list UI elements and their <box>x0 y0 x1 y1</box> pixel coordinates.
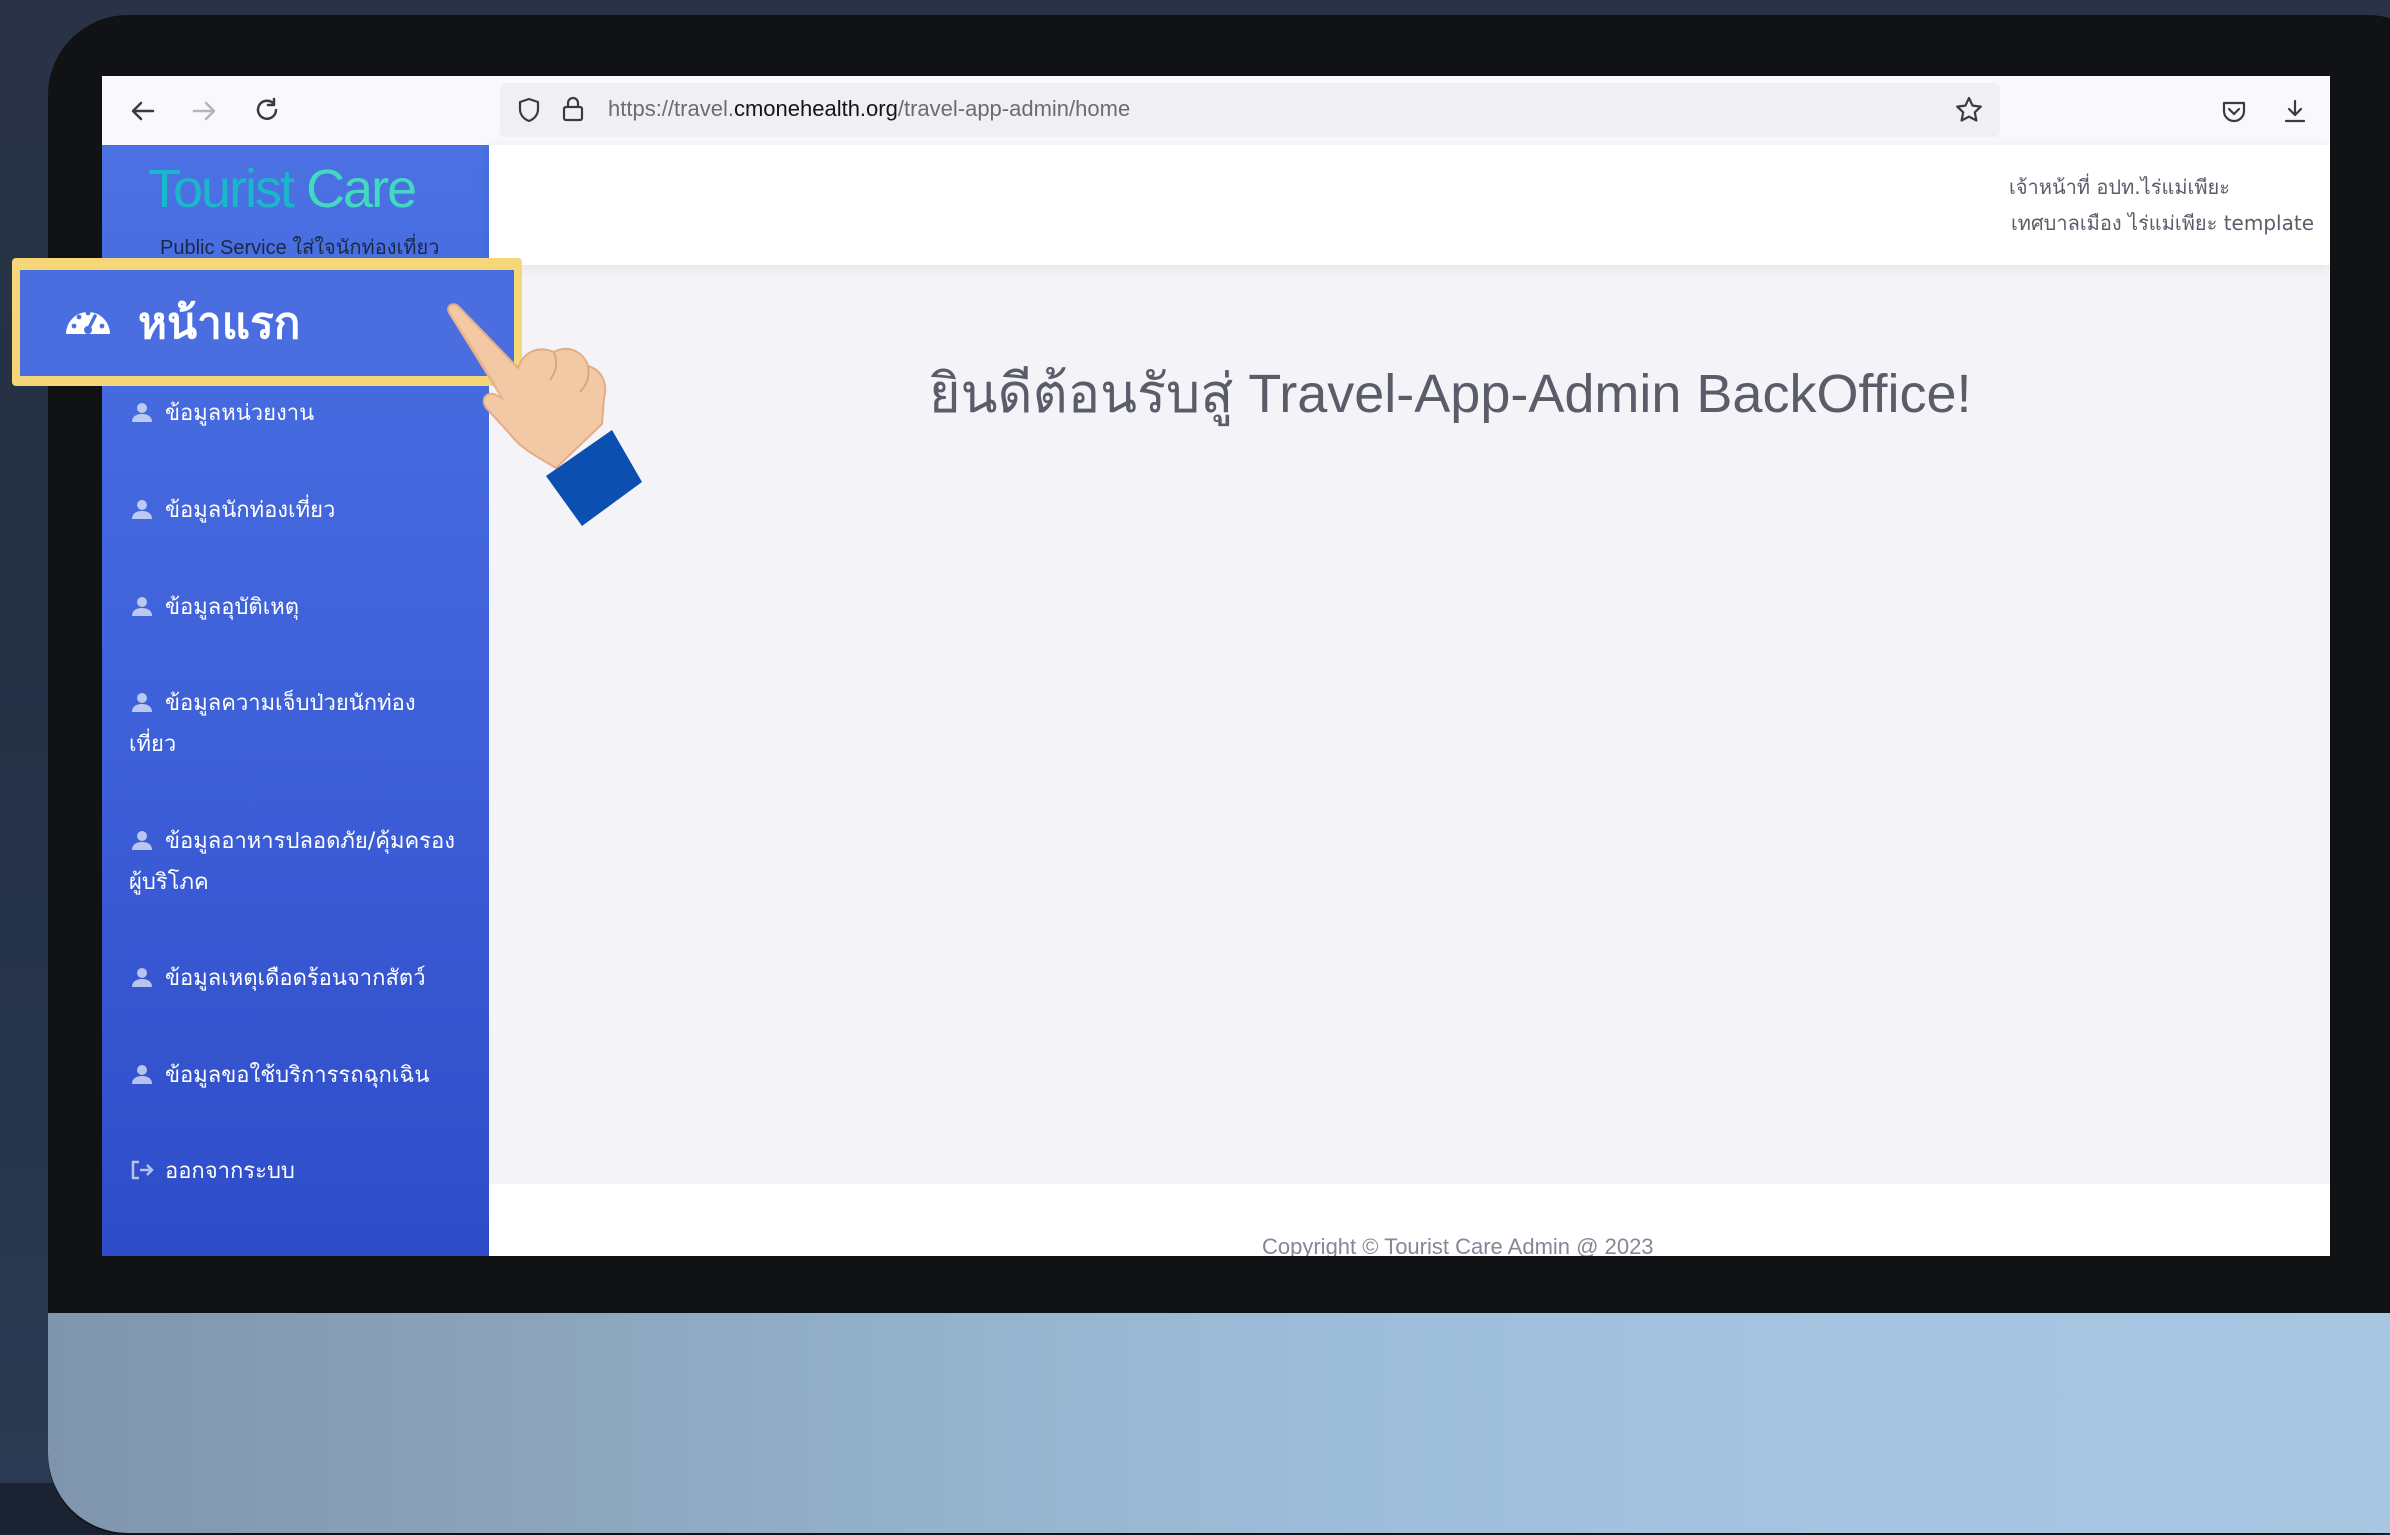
sidebar-item-label: ออกจากระบบ <box>165 1159 295 1184</box>
shield-icon[interactable] <box>515 96 543 128</box>
sidebar-item-ambulance[interactable]: ข้อมูลขอใช้บริการรถฉุกเฉิน <box>129 1055 459 1096</box>
pointing-hand-icon <box>447 303 642 526</box>
pocket-icon[interactable] <box>2215 92 2253 130</box>
sidebar-item-illness[interactable]: ข้อมูลความเจ็บป่วยนักท่องเที่ยว <box>129 683 459 765</box>
url-prefix: https://travel. <box>608 96 734 121</box>
sidebar-item-label: ข้อมูลความเจ็บป่วยนักท่องเที่ยว <box>129 691 416 757</box>
logout-icon <box>131 1160 154 1180</box>
user-icon <box>132 968 152 987</box>
sidebar-item-tourists[interactable]: ข้อมูลนักท่องเที่ยว <box>129 490 459 531</box>
tourist-care-logo[interactable]: Tourist Care Public Service ใส่ใจนักท่อง… <box>148 159 448 259</box>
sidebar-item-label: ข้อมูลขอใช้บริการรถฉุกเฉิน <box>165 1063 430 1088</box>
url-path: /travel-app-admin/home <box>897 96 1131 121</box>
sidebar-item-food-safety[interactable]: ข้อมูลอาหารปลอดภัย/คุ้มครองผู้บริโภค <box>129 821 459 903</box>
user-icon <box>132 597 152 616</box>
top-header: เจ้าหน้าที่ อปท.ไร่แม่เพียะ เทศบาลเมือง … <box>489 145 2330 265</box>
logo-title-b: Care <box>306 159 417 219</box>
user-icon <box>132 693 152 712</box>
monitor-chin <box>48 1313 2390 1533</box>
user-icon <box>132 831 152 850</box>
reload-icon[interactable] <box>248 92 286 130</box>
welcome-heading: ยินดีต้อนรับสู่ Travel-App-Admin BackOff… <box>929 364 1972 424</box>
download-icon[interactable] <box>2276 92 2314 130</box>
sidebar-item-agency[interactable]: ข้อมูลหน่วยงาน <box>129 393 459 434</box>
sidebar-item-label: ข้อมูลเหตุเดือดร้อนจากสัตว์ <box>165 966 426 991</box>
copyright-text: Copyright © Tourist Care Admin @ 2023 <box>1262 1234 1654 1256</box>
sidebar-item-label: ข้อมูลอาหารปลอดภัย/คุ้มครองผู้บริโภค <box>129 829 455 895</box>
sidebar-item-label: ข้อมูลอุบัติเหตุ <box>165 595 300 620</box>
browser-toolbar: https://travel.cmonehealth.org/travel-ap… <box>102 76 2330 146</box>
user-name[interactable]: เจ้าหน้าที่ อปท.ไร่แม่เพียะ <box>2009 171 2230 203</box>
url-text[interactable]: https://travel.cmonehealth.org/travel-ap… <box>608 96 1130 122</box>
lock-icon[interactable] <box>560 95 586 127</box>
browser-screen: https://travel.cmonehealth.org/travel-ap… <box>102 76 2330 1256</box>
logo-title-a: Tourist <box>148 159 307 219</box>
back-arrow-icon[interactable] <box>124 92 162 130</box>
user-icon <box>132 1065 152 1084</box>
callout-home-label: หน้าแรก <box>138 298 301 349</box>
sidebar-item-logout[interactable]: ออกจากระบบ <box>129 1151 459 1192</box>
sidebar-item-label: ข้อมูลนักท่องเที่ยว <box>165 498 336 523</box>
forward-arrow-icon[interactable] <box>185 92 223 130</box>
url-domain: cmonehealth.org <box>733 96 898 121</box>
logo-title: Tourist Care <box>148 159 417 219</box>
bookmark-star-icon[interactable] <box>1954 95 1984 129</box>
footer: Copyright © Tourist Care Admin @ 2023 <box>489 1184 2330 1256</box>
user-icon <box>132 403 152 422</box>
address-bar[interactable]: https://travel.cmonehealth.org/travel-ap… <box>500 83 2000 137</box>
sidebar-item-animal-incidents[interactable]: ข้อมูลเหตุเดือดร้อนจากสัตว์ <box>129 958 459 999</box>
sidebar-item-accidents[interactable]: ข้อมูลอุบัติเหตุ <box>129 587 459 628</box>
user-icon <box>132 500 152 519</box>
dashboard-gauge-icon <box>66 310 110 334</box>
user-organization[interactable]: เทศบาลเมือง ไร่แม่เพียะ template <box>2011 207 2314 239</box>
sidebar-item-label: ข้อมูลหน่วยงาน <box>165 401 315 426</box>
